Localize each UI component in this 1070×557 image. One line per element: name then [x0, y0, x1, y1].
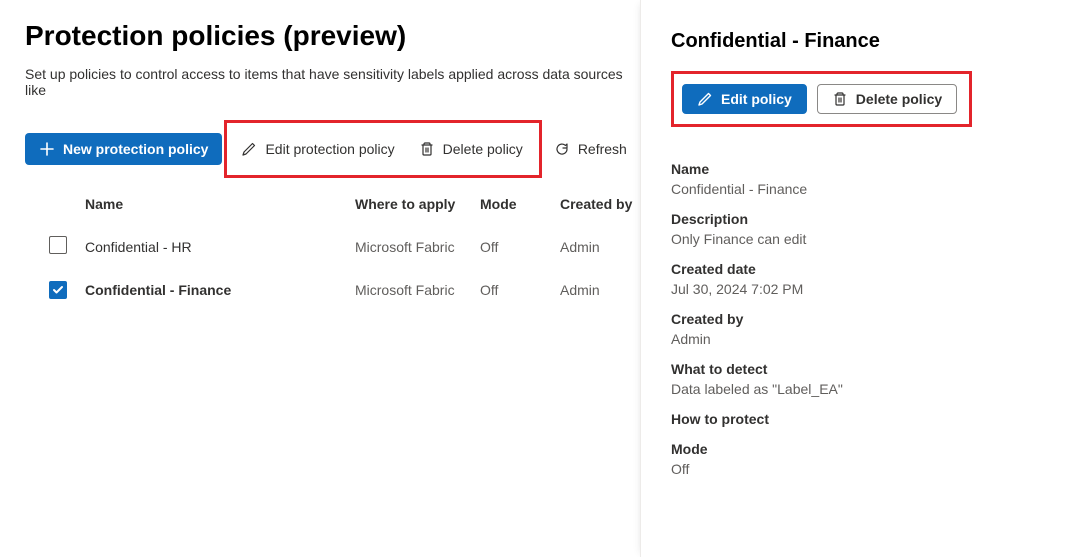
row-created: Admin — [560, 239, 640, 255]
main-content: Protection policies (preview) Set up pol… — [0, 0, 640, 557]
delete-policy-panel-button[interactable]: Delete policy — [817, 84, 957, 114]
detail-mode-value: Off — [671, 461, 1050, 477]
detail-name-value: Confidential - Finance — [671, 181, 1050, 197]
table-row[interactable]: Confidential - Finance Microsoft Fabric … — [25, 269, 640, 311]
detail-how-label: How to protect — [671, 411, 1050, 427]
row-name: Confidential - Finance — [85, 282, 355, 298]
highlighted-panel-actions: Edit policy Delete policy — [671, 71, 972, 127]
checkmark-icon — [52, 284, 64, 296]
detail-name-label: Name — [671, 161, 1050, 177]
row-mode: Off — [480, 239, 560, 255]
edit-policy-label: Edit policy — [721, 91, 792, 107]
edit-policy-button[interactable]: Edit policy — [682, 84, 807, 114]
new-protection-policy-button[interactable]: New protection policy — [25, 133, 222, 165]
panel-title: Confidential - Finance — [671, 30, 1050, 53]
row-where: Microsoft Fabric — [355, 239, 480, 255]
pencil-icon — [241, 141, 257, 157]
refresh-button-label: Refresh — [578, 141, 627, 157]
delete-button-label: Delete policy — [443, 141, 523, 157]
trash-icon — [832, 91, 848, 107]
col-where-header[interactable]: Where to apply — [355, 196, 480, 212]
highlighted-toolbar-actions: Edit protection policy Delete policy — [224, 120, 541, 178]
trash-icon — [419, 141, 435, 157]
details-panel: Confidential - Finance Edit policy Delet… — [640, 0, 1070, 557]
toolbar: New protection policy Edit protection po… — [25, 120, 640, 178]
row-name: Confidential - HR — [85, 239, 355, 255]
col-mode-header[interactable]: Mode — [480, 196, 560, 212]
detail-what-label: What to detect — [671, 361, 1050, 377]
col-created-header[interactable]: Created by — [560, 196, 640, 212]
row-mode: Off — [480, 282, 560, 298]
table-header: Name Where to apply Mode Created by — [25, 196, 640, 224]
detail-mode-label: Mode — [671, 441, 1050, 457]
detail-created-by-label: Created by — [671, 311, 1050, 327]
detail-description-value: Only Finance can edit — [671, 231, 1050, 247]
edit-button-label: Edit protection policy — [265, 141, 394, 157]
row-checkbox[interactable] — [49, 236, 67, 254]
detail-created-date-value: Jul 30, 2024 7:02 PM — [671, 281, 1050, 297]
delete-policy-label: Delete policy — [856, 91, 942, 107]
page-subtitle: Set up policies to control access to ite… — [25, 66, 640, 98]
pencil-icon — [697, 91, 713, 107]
page-title: Protection policies (preview) — [25, 20, 640, 52]
detail-description-label: Description — [671, 211, 1050, 227]
detail-created-date-label: Created date — [671, 261, 1050, 277]
edit-protection-policy-button[interactable]: Edit protection policy — [229, 133, 406, 165]
row-created: Admin — [560, 282, 640, 298]
row-where: Microsoft Fabric — [355, 282, 480, 298]
detail-what-value: Data labeled as "Label_EA" — [671, 381, 1050, 397]
detail-created-by-value: Admin — [671, 331, 1050, 347]
delete-policy-button[interactable]: Delete policy — [407, 133, 535, 165]
new-button-label: New protection policy — [63, 141, 208, 157]
col-name-header[interactable]: Name — [85, 196, 355, 212]
refresh-icon — [554, 141, 570, 157]
plus-icon — [39, 141, 55, 157]
table-row[interactable]: Confidential - HR Microsoft Fabric Off A… — [25, 224, 640, 269]
row-checkbox[interactable] — [49, 281, 67, 299]
refresh-button[interactable]: Refresh — [542, 133, 639, 165]
